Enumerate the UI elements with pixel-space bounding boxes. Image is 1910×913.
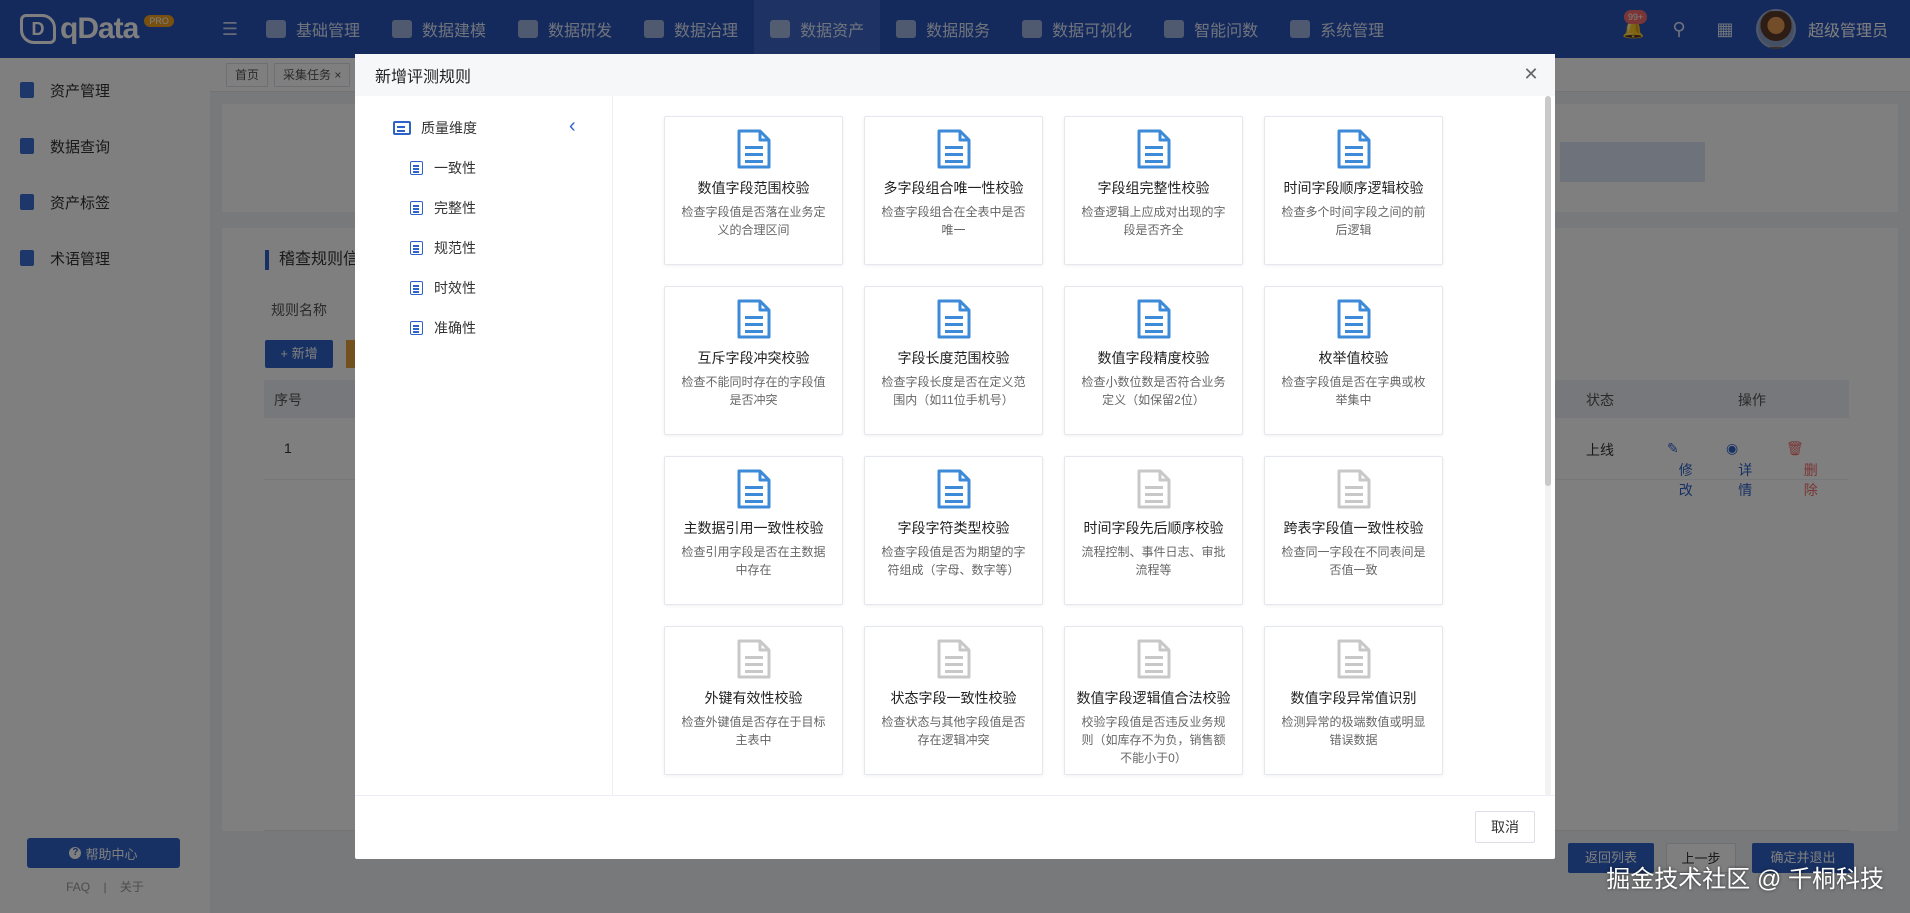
rule-card-desc: 检查状态与其他字段值是否存在逻辑冲突 — [881, 715, 1026, 747]
dialog-body: 质量维度 ‹ 一致性完整性规范性时效性准确性 数值字段范围校验检查字段值是否落在… — [355, 96, 1555, 796]
rule-card-title: 时间字段先后顺序校验 — [1083, 520, 1224, 536]
rule-card-title: 数值字段异常值识别 — [1290, 690, 1417, 706]
rule-card-desc: 检查字段值是否为期望的字符组成（字母、数字等） — [881, 545, 1026, 577]
rule-card-desc: 检测异常的极端数值或明显错误数据 — [1281, 715, 1426, 747]
rule-card[interactable]: 枚举值校验检查字段值是否在字典或枚举集中 — [1264, 286, 1443, 435]
close-icon[interactable]: ✕ — [1521, 64, 1541, 85]
tree-root-label: 质量维度 — [421, 120, 477, 136]
list-icon — [410, 281, 423, 295]
tree-node-label: 时效性 — [434, 280, 476, 296]
list-icon — [410, 241, 423, 255]
rule-card[interactable]: 字段字符类型校验检查字段值是否为期望的字符组成（字母、数字等） — [864, 456, 1043, 605]
rule-card[interactable]: 字段组完整性校验检查逻辑上应成对出现的字段是否齐全 — [1064, 116, 1243, 265]
rule-card-title: 数值字段逻辑值合法校验 — [1076, 690, 1231, 706]
folder-icon — [393, 121, 411, 135]
list-icon — [410, 201, 423, 215]
document-icon — [737, 469, 771, 509]
rule-card-grid: 数值字段范围校验 检查字段值是否落在业务定义的合理区间 多字段组合唯一性校验 检查字段… — [614, 96, 1555, 796]
tree-node-0[interactable]: 一致性 — [410, 158, 476, 178]
rule-card-desc: 检查不能同时存在的字段值是否冲突 — [681, 375, 826, 407]
rule-card[interactable]: 数值字段精度校验检查小数位数是否符合业务定义（如保留2位） — [1064, 286, 1243, 435]
tree-node-label: 一致性 — [434, 160, 476, 176]
document-icon — [1137, 299, 1171, 339]
document-icon — [1337, 469, 1371, 509]
rule-card-desc: 检查小数位数是否符合业务定义（如保留2位） — [1081, 375, 1226, 407]
document-icon — [1337, 299, 1371, 339]
rule-card[interactable]: 字段长度范围校验检查字段长度是否在定义范围内（如11位手机号） — [864, 286, 1043, 435]
tree-node-4[interactable]: 准确性 — [410, 318, 476, 338]
rule-card[interactable]: 时间字段先后顺序校验流程控制、事件日志、审批流程等 — [1064, 456, 1243, 605]
document-icon — [937, 469, 971, 509]
rule-card-desc: 流程控制、事件日志、审批流程等 — [1081, 545, 1226, 577]
rule-card-title: 字段长度范围校验 — [897, 350, 1010, 366]
rule-card[interactable]: 跨表字段值一致性校验检查同一字段在不同表间是否值一致 — [1264, 456, 1443, 605]
rule-card-title: 枚举值校验 — [1318, 350, 1389, 366]
rule-card-desc: 检查同一字段在不同表间是否值一致 — [1281, 545, 1426, 577]
rule-card-title: 互斥字段冲突校验 — [697, 350, 810, 366]
rule-card-title: 状态字段一致性校验 — [890, 690, 1017, 706]
rule-card[interactable]: 数值字段异常值识别检测异常的极端数值或明显错误数据 — [1264, 626, 1443, 775]
rule-card-desc: 检查字段长度是否在定义范围内（如11位手机号） — [881, 375, 1026, 407]
tree-node-2[interactable]: 规范性 — [410, 238, 476, 258]
document-icon — [1137, 469, 1171, 509]
rule-card-desc: 检查逻辑上应成对出现的字段是否齐全 — [1081, 205, 1226, 237]
rule-card-desc: 检查多个时间字段之间的前后逻辑 — [1281, 205, 1426, 237]
list-icon — [410, 161, 423, 175]
rule-card[interactable]: 时间字段顺序逻辑校验检查多个时间字段之间的前后逻辑 — [1264, 116, 1443, 265]
rule-card[interactable]: 互斥字段冲突校验检查不能同时存在的字段值是否冲突 — [664, 286, 843, 435]
new-rule-dialog: 新增评测规则 ✕ 质量维度 ‹ 一致性完整性规范性时效性准确性 数值字段范围校验… — [355, 54, 1555, 859]
document-icon — [937, 639, 971, 679]
list-icon — [410, 321, 423, 335]
rule-card-desc: 检查字段组合在全表中是否唯一 — [881, 205, 1026, 237]
rule-card[interactable]: 数值字段范围校验检查字段值是否落在业务定义的合理区间 — [664, 116, 843, 265]
dialog-header: 新增评测规则 ✕ — [355, 54, 1555, 96]
dialog-title: 新增评测规则 — [375, 69, 472, 86]
rule-card-title: 多字段组合唯一性校验 — [883, 180, 1024, 196]
tree-root-quality-dimension[interactable]: 质量维度 — [393, 118, 477, 138]
rule-card[interactable]: 状态字段一致性校验检查状态与其他字段值是否存在逻辑冲突 — [864, 626, 1043, 775]
tree-node-3[interactable]: 时效性 — [410, 278, 476, 298]
rule-card-desc: 检查字段值是否落在业务定义的合理区间 — [681, 205, 826, 237]
document-icon — [1337, 639, 1371, 679]
tree-node-label: 完整性 — [434, 200, 476, 216]
scrollbar-thumb[interactable] — [1545, 96, 1551, 486]
document-icon — [737, 639, 771, 679]
document-icon — [737, 299, 771, 339]
rule-card-title: 时间字段顺序逻辑校验 — [1283, 180, 1424, 196]
collapse-icon[interactable]: ‹ — [569, 116, 576, 136]
rule-card[interactable]: 多字段组合唯一性校验检查字段组合在全表中是否唯一 — [864, 116, 1043, 265]
tree-node-1[interactable]: 完整性 — [410, 198, 476, 218]
document-icon — [1137, 639, 1171, 679]
rule-card-title: 数值字段范围校验 — [697, 180, 810, 196]
rule-card[interactable]: 外键有效性校验检查外键值是否存在于目标主表中 — [664, 626, 843, 775]
rule-card-title: 字段字符类型校验 — [897, 520, 1010, 536]
watermark: 掘金技术社区 @ 千桐科技 — [1606, 866, 1884, 893]
rule-card-desc: 校验字段值是否违反业务规则（如库存不为负，销售额不能小于0） — [1081, 715, 1226, 765]
cancel-button[interactable]: 取消 — [1475, 811, 1535, 843]
rule-card[interactable]: 数值字段逻辑值合法校验校验字段值是否违反业务规则（如库存不为负，销售额不能小于0… — [1064, 626, 1243, 775]
document-icon — [937, 129, 971, 169]
rule-card-title: 跨表字段值一致性校验 — [1283, 520, 1424, 536]
rule-card-title: 数值字段精度校验 — [1097, 350, 1210, 366]
rule-card-title: 字段组完整性校验 — [1097, 180, 1210, 196]
document-icon — [937, 299, 971, 339]
rule-card-desc: 检查外键值是否存在于目标主表中 — [681, 715, 826, 747]
document-icon — [1337, 129, 1371, 169]
rule-card-title: 外键有效性校验 — [704, 690, 803, 706]
document-icon — [737, 129, 771, 169]
scrollbar[interactable] — [1545, 96, 1551, 796]
rule-card-desc: 检查字段值是否在字典或枚举集中 — [1281, 375, 1426, 407]
rule-card-title: 主数据引用一致性校验 — [683, 520, 824, 536]
rule-card-desc: 检查引用字段是否在主数据中存在 — [681, 545, 826, 577]
document-icon — [1137, 129, 1171, 169]
dialog-footer: 取消 — [355, 796, 1555, 859]
dimension-tree: 质量维度 ‹ 一致性完整性规范性时效性准确性 — [355, 96, 613, 796]
tree-node-label: 规范性 — [434, 240, 476, 256]
tree-node-label: 准确性 — [434, 320, 476, 336]
rule-card[interactable]: 主数据引用一致性校验检查引用字段是否在主数据中存在 — [664, 456, 843, 605]
